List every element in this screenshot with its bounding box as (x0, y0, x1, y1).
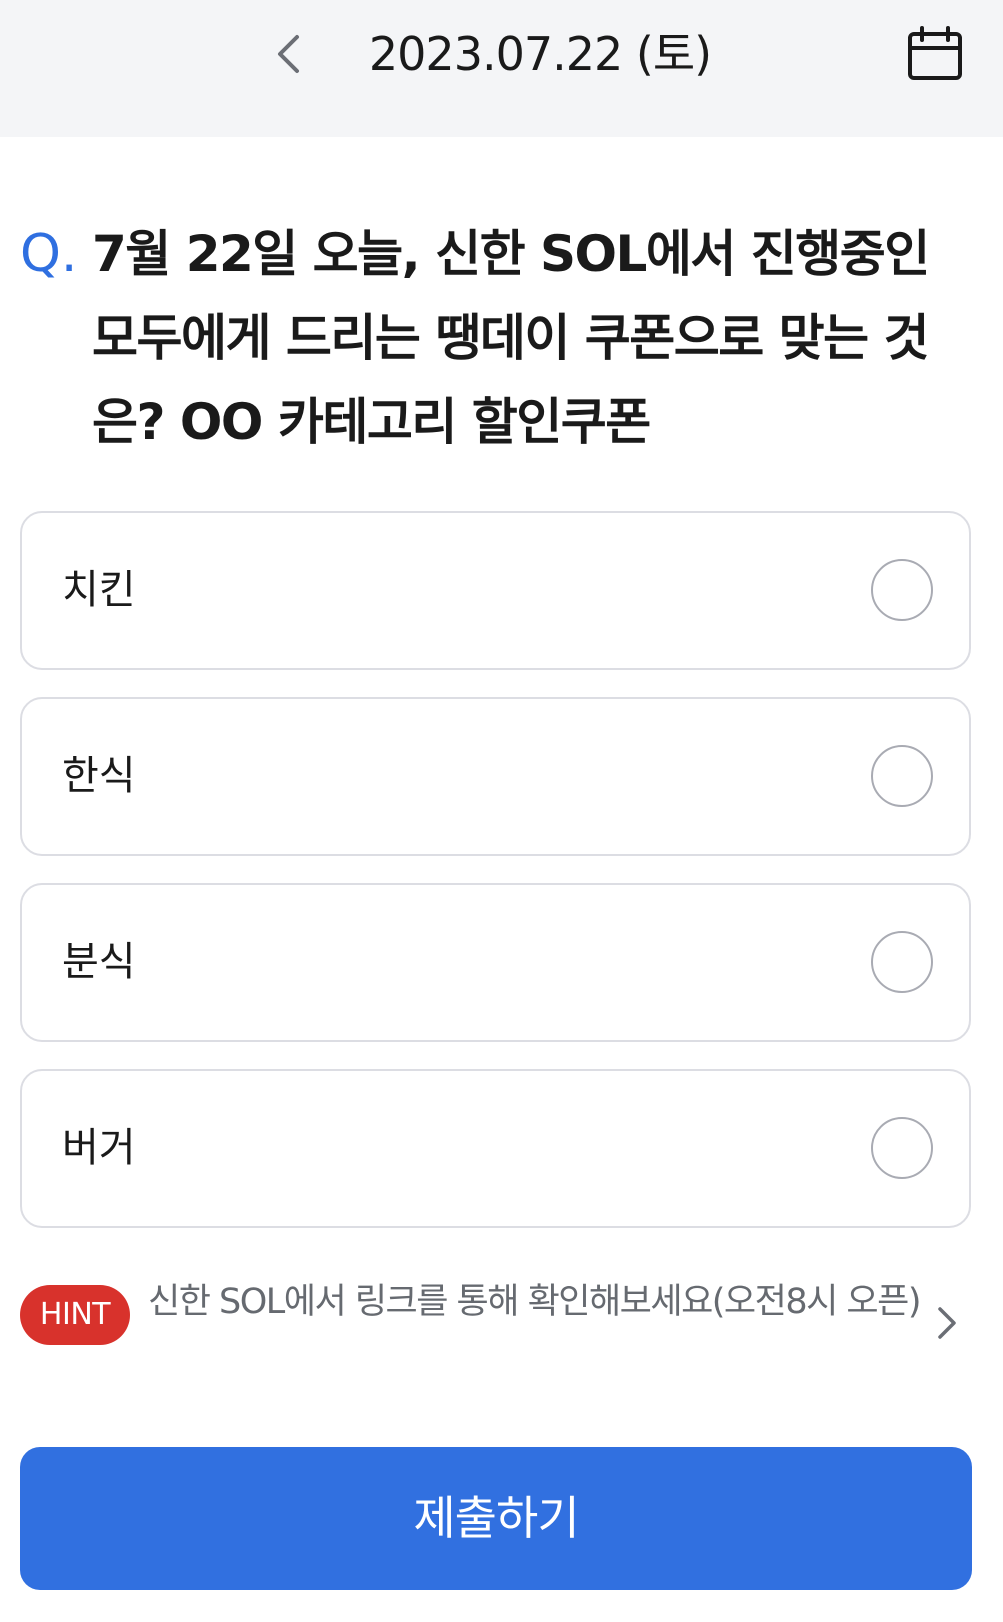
submit-button[interactable]: 제출하기 (20, 1447, 972, 1590)
calendar-icon (908, 26, 962, 80)
answer-option-1[interactable]: 치킨 (20, 511, 971, 670)
hint-badge: HINT (20, 1285, 130, 1345)
question-prefix: Q. (20, 224, 78, 284)
radio-button[interactable] (871, 559, 933, 621)
current-date: 2023.07.22 (토) (368, 27, 712, 81)
answer-option-4[interactable]: 버거 (20, 1069, 971, 1228)
option-label: 한식 (62, 753, 136, 799)
chevron-left-icon (278, 35, 299, 73)
option-label: 분식 (62, 939, 136, 985)
top-bar: 2023.07.22 (토) (0, 0, 1003, 137)
option-label: 치킨 (62, 567, 136, 613)
hint-text: 신한 SOL에서 링크를 통해 확인해보세요(오전8시 오픈) (148, 1282, 921, 1322)
question-block: Q. 7월 22일 오늘, 신한 SOL에서 진행중인 모두에게 드리는 땡데이… (20, 212, 985, 464)
radio-button[interactable] (871, 931, 933, 993)
question-text: 7월 22일 오늘, 신한 SOL에서 진행중인 모두에게 드리는 땡데이 쿠폰… (92, 225, 930, 451)
calendar-button[interactable] (906, 24, 968, 84)
radio-button[interactable] (871, 745, 933, 807)
chevron-right-icon (938, 1307, 956, 1339)
answer-option-3[interactable]: 분식 (20, 883, 971, 1042)
hint-link[interactable]: HINT 신한 SOL에서 링크를 통해 확인해보세요(오전8시 오픈) (20, 1282, 985, 1365)
option-label: 버거 (62, 1125, 136, 1171)
answer-option-2[interactable]: 한식 (20, 697, 971, 856)
previous-day-button[interactable] (268, 28, 308, 80)
radio-button[interactable] (871, 1117, 933, 1179)
